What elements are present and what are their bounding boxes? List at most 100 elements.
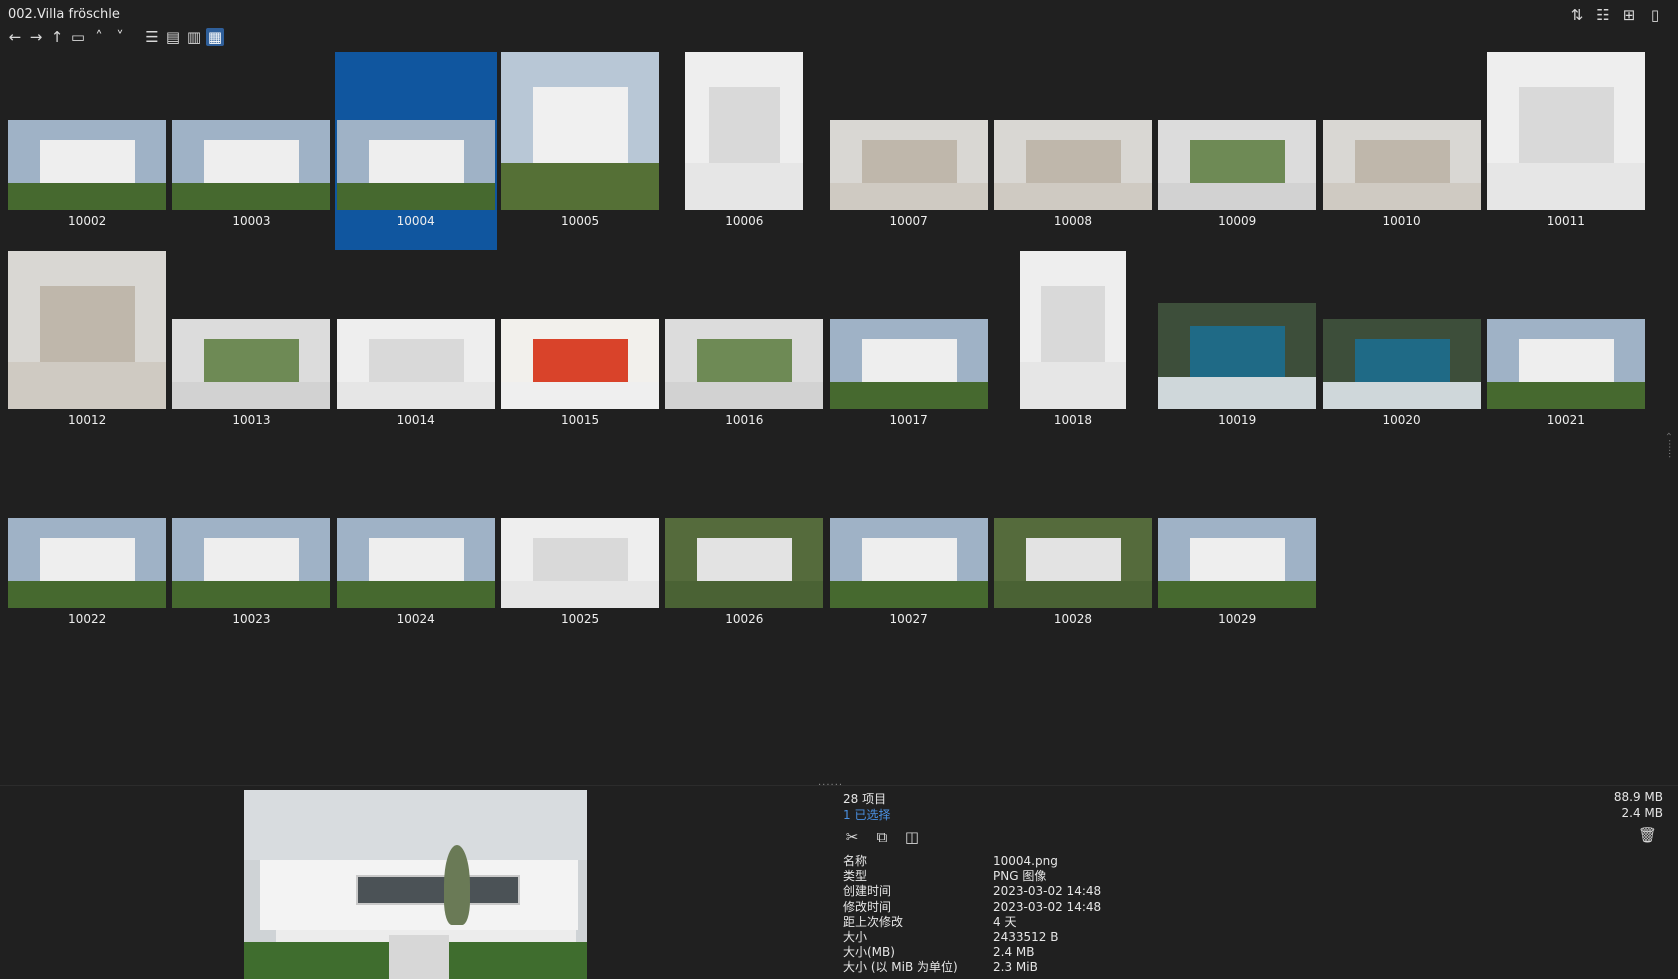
thumbnail-label: 10003 xyxy=(232,214,271,228)
thumbnail-image xyxy=(685,52,804,210)
property-value: 10004.png xyxy=(993,854,1058,868)
thumbnail-image xyxy=(336,319,495,409)
thumbnail-image xyxy=(829,120,988,210)
details-view-icon[interactable]: ▤ xyxy=(164,28,182,46)
property-value: 4 天 xyxy=(993,914,1017,929)
clipboard-icon[interactable]: ▯ xyxy=(1646,6,1664,24)
thumbnail-item[interactable]: 10017 xyxy=(828,251,990,449)
thumbnail-item[interactable]: 10025 xyxy=(499,450,661,648)
total-size: 88.9 MB xyxy=(1613,790,1663,804)
thumbnail-item[interactable]: 10029 xyxy=(1156,450,1318,648)
thumbnail-label: 10023 xyxy=(232,612,271,626)
splitter-grip-icon[interactable]: ······ xyxy=(818,780,843,791)
thumbnail-item[interactable]: 10009 xyxy=(1156,52,1318,250)
thumbnail-item[interactable]: 10028 xyxy=(992,450,1154,648)
thumbnail-item[interactable]: 10015 xyxy=(499,251,661,449)
group-icon[interactable]: ☷ xyxy=(1594,6,1612,24)
thumbnail-label: 10028 xyxy=(1053,612,1093,626)
thumbnail-image xyxy=(993,120,1152,210)
delete-icon[interactable]: 🗑 xyxy=(1638,826,1657,844)
property-key: 创建时间 xyxy=(843,884,892,899)
thumbnail-view-icon[interactable]: ▦ xyxy=(206,28,224,46)
thumbnail-item[interactable]: 10022 xyxy=(6,450,168,648)
thumbnail-item[interactable]: 10012 xyxy=(6,251,168,449)
thumbnail-label: 10008 xyxy=(1053,214,1093,228)
thumbnail-label: 10025 xyxy=(560,612,600,626)
thumbnail-label: 10019 xyxy=(1218,413,1257,427)
thumbnail-image xyxy=(829,319,988,409)
thumbnail-image xyxy=(1158,303,1317,409)
property-value: 2023-03-02 14:48 xyxy=(993,884,1102,899)
property-value: 2.4 MB xyxy=(993,945,1035,960)
copy-icon[interactable]: ⧉ xyxy=(873,828,891,846)
thumbnail-item[interactable]: 10026 xyxy=(663,450,825,648)
thumbnail-item[interactable]: 10002 xyxy=(6,52,168,250)
thumbnail-label: 10010 xyxy=(1382,214,1421,228)
thumbnail-image xyxy=(336,518,495,608)
thumbnail-item[interactable]: 10010 xyxy=(1320,52,1482,250)
property-key: 大小 xyxy=(843,929,868,944)
thumbnail-item[interactable]: 10027 xyxy=(828,450,990,648)
thumbnail-item[interactable]: 10014 xyxy=(335,251,497,449)
thumbnail-image xyxy=(1322,120,1481,210)
thumbnail-item[interactable]: 10020 xyxy=(1320,251,1482,449)
title-bar: 002.Villa fröschle ⇅ ☷ ⊞ ▯ xyxy=(0,0,1678,30)
thumbnail-label: 10002 xyxy=(68,214,107,228)
thumbnail-item[interactable]: 10023 xyxy=(170,450,332,648)
selected-count: 1 已选择 xyxy=(843,808,891,822)
item-count: 28 项目 xyxy=(843,792,887,806)
forward-icon[interactable]: → xyxy=(27,28,45,46)
thumbnail-image xyxy=(1486,319,1645,409)
thumbnail-item[interactable]: 10024 xyxy=(335,450,497,648)
thumbnail-item[interactable]: 10011 xyxy=(1485,52,1647,250)
chevron-up-icon[interactable]: ˄ xyxy=(90,28,108,46)
thumbnail-item[interactable]: 10019 xyxy=(1156,251,1318,449)
cut-icon[interactable]: ✂ xyxy=(843,828,861,846)
thumbnail-item[interactable]: 10016 xyxy=(663,251,825,449)
sort-icon[interactable]: ⇅ xyxy=(1568,6,1586,24)
side-pane-grip-icon[interactable]: ‹ ······ xyxy=(1663,432,1674,458)
up-icon[interactable]: ↑ xyxy=(48,28,66,46)
thumbnail-item[interactable]: 10013 xyxy=(170,251,332,449)
thumbnail-item[interactable]: 10018 xyxy=(992,251,1154,449)
thumbnail-image xyxy=(993,518,1152,608)
thumbnail-label: 10012 xyxy=(68,413,107,427)
property-row: 修改时间 2023-03-02 14:48 xyxy=(843,900,1101,915)
thumbnail-item[interactable]: 10004 xyxy=(334,52,497,250)
thumbnail-label: 10014 xyxy=(396,413,435,427)
back-icon[interactable]: ← xyxy=(6,28,24,46)
thumbnail-item[interactable]: 10006 xyxy=(663,52,825,250)
thumbnail-item[interactable]: 10005 xyxy=(499,52,661,250)
thumbnail-image xyxy=(172,518,331,608)
new-tab-icon[interactable]: ⊞ xyxy=(1620,6,1638,24)
thumbnail-item[interactable]: 10003 xyxy=(170,52,332,250)
property-row: 大小 (以 MiB 为单位) 2.3 MiB xyxy=(843,960,1101,975)
thumbnail-image xyxy=(501,319,660,409)
copy-path-icon[interactable]: ◫ xyxy=(903,828,921,846)
thumbnail-label: 10009 xyxy=(1218,214,1257,228)
list-view-icon[interactable]: ☰ xyxy=(143,28,161,46)
property-key: 距上次修改 xyxy=(843,914,904,929)
thumbnail-image xyxy=(829,518,988,608)
thumbnail-label: 10005 xyxy=(560,214,600,228)
thumbnail-item[interactable]: 10007 xyxy=(828,52,990,250)
thumbnail-label: 10011 xyxy=(1546,214,1585,228)
thumbnail-image xyxy=(1322,319,1481,409)
properties-list: 名称 10004.png 类型 PNG 图像 创建时间 2023-03-02 14:48 修… xyxy=(843,854,1101,976)
thumbnail-image xyxy=(8,518,167,608)
thumbnail-label: 10006 xyxy=(725,214,764,228)
chevron-down-icon[interactable]: ˅ xyxy=(111,28,129,46)
thumbnail-image xyxy=(1486,52,1645,210)
thumbnail-label: 10022 xyxy=(68,612,107,626)
thumbnail-item[interactable]: 10021 xyxy=(1485,251,1647,449)
property-row: 距上次修改 4 天 xyxy=(843,915,1101,930)
thumbnail-label: 10004 xyxy=(396,214,435,228)
thumbnail-image xyxy=(336,120,495,210)
property-row: 类型 PNG 图像 xyxy=(843,869,1101,884)
folder-icon[interactable]: ▭ xyxy=(69,28,87,46)
selected-size: 2.4 MB xyxy=(1621,806,1663,820)
thumbnail-image xyxy=(1019,251,1126,409)
content-view-icon[interactable]: ▥ xyxy=(185,28,203,46)
property-key: 类型 xyxy=(843,869,868,884)
thumbnail-item[interactable]: 10008 xyxy=(992,52,1154,250)
